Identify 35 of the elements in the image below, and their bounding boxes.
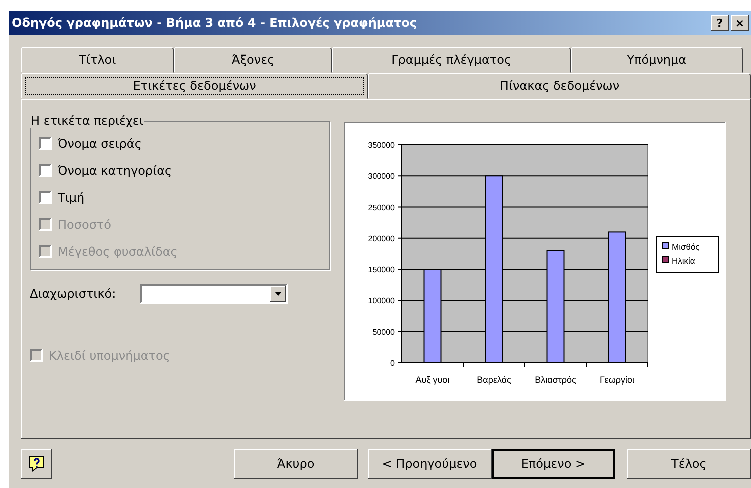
tab[interactable]: Υπόμνημα <box>570 47 743 73</box>
tab[interactable]: Τίτλοι <box>21 47 174 73</box>
dialog-button[interactable]: Τέλος <box>627 449 751 479</box>
axis-tick-label: 300000 <box>368 172 395 182</box>
tab[interactable]: Άξονες <box>174 47 332 73</box>
help-button[interactable]: ? <box>711 15 729 31</box>
category-label: Βαρελάς <box>477 375 512 385</box>
legend-label: Ηλικία <box>672 256 696 266</box>
tab[interactable]: Γραμμές πλέγματος <box>332 47 571 73</box>
dialog-button[interactable]: Επόμενο > <box>492 449 616 479</box>
group-title: Η ετικέτα περιέχει <box>30 114 144 128</box>
separator-dropdown[interactable] <box>140 284 288 304</box>
axis-tick-label: 0 <box>390 359 395 368</box>
axis-tick-label: 150000 <box>368 266 395 275</box>
separator-label: Διαχωριστικό: <box>30 287 116 301</box>
category-label: Βλιαστρός <box>535 375 576 385</box>
axis-tick-label: 250000 <box>368 203 395 212</box>
category-label: Γεωργίοι <box>600 375 635 385</box>
help-icon[interactable] <box>21 449 52 479</box>
checkbox-option[interactable]: Τιμή <box>39 186 321 209</box>
tab[interactable]: Ετικέτες δεδομένων <box>21 73 368 99</box>
dialog-button[interactable]: < Προηγούμενο <box>368 449 492 479</box>
checkbox-option[interactable]: Όνομα κατηγορίας <box>39 159 321 182</box>
checkbox-option[interactable]: Όνομα σειράς <box>39 132 321 155</box>
dialog-button[interactable]: Άκυρο <box>234 449 358 479</box>
close-button[interactable]: × <box>731 15 749 31</box>
axis-tick-label: 200000 <box>368 234 395 244</box>
legend-label: Μισθός <box>672 242 700 252</box>
legend-box <box>656 236 720 274</box>
category-label: Αυξ γυοι <box>416 375 450 385</box>
axis-tick-label: 350000 <box>368 141 395 150</box>
axis-tick-label: 50000 <box>372 328 395 337</box>
window-title: Οδηγός γραφημάτων - Βήμα 3 από 4 - Επιλογές γραφήματος <box>12 16 417 30</box>
axis-tick-label: 100000 <box>368 296 395 306</box>
tab[interactable]: Πίνακας δεδομένων <box>368 73 751 99</box>
